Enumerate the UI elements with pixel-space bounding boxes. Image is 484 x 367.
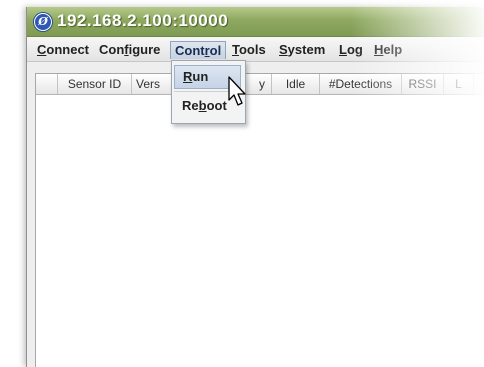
column-header-select[interactable]	[36, 74, 58, 94]
window-title: 192.168.2.100:10000	[57, 11, 229, 30]
menu-connect[interactable]: Connect	[33, 41, 93, 59]
column-header-l[interactable]: L	[444, 74, 474, 94]
menu-configure[interactable]: Configure	[95, 41, 164, 59]
app-window: Ø 192.168.2.100:10000 Connect Configure …	[26, 7, 484, 367]
menu-control[interactable]: Control	[170, 41, 226, 59]
menu-tools[interactable]: Tools	[228, 41, 270, 59]
title-bar[interactable]: Ø 192.168.2.100:10000	[27, 7, 484, 37]
column-header-idle[interactable]: Idle	[272, 74, 320, 94]
menu-help[interactable]: Help	[370, 41, 406, 59]
table-header: Sensor ID Vers y Idle #Detections RSSI L	[36, 74, 484, 95]
mouse-pointer-icon	[228, 76, 246, 106]
column-header-rssi[interactable]: RSSI	[402, 74, 444, 94]
menu-bar: Connect Configure Control Tools System L…	[27, 37, 484, 62]
app-icon: Ø	[34, 13, 52, 31]
menu-system[interactable]: System	[275, 41, 329, 59]
column-header-sensor-id[interactable]: Sensor ID	[58, 74, 132, 94]
sensor-table[interactable]: Sensor ID Vers y Idle #Detections RSSI L	[35, 73, 484, 367]
column-header-detections[interactable]: #Detections	[320, 74, 402, 94]
menu-log[interactable]: Log	[335, 41, 367, 59]
